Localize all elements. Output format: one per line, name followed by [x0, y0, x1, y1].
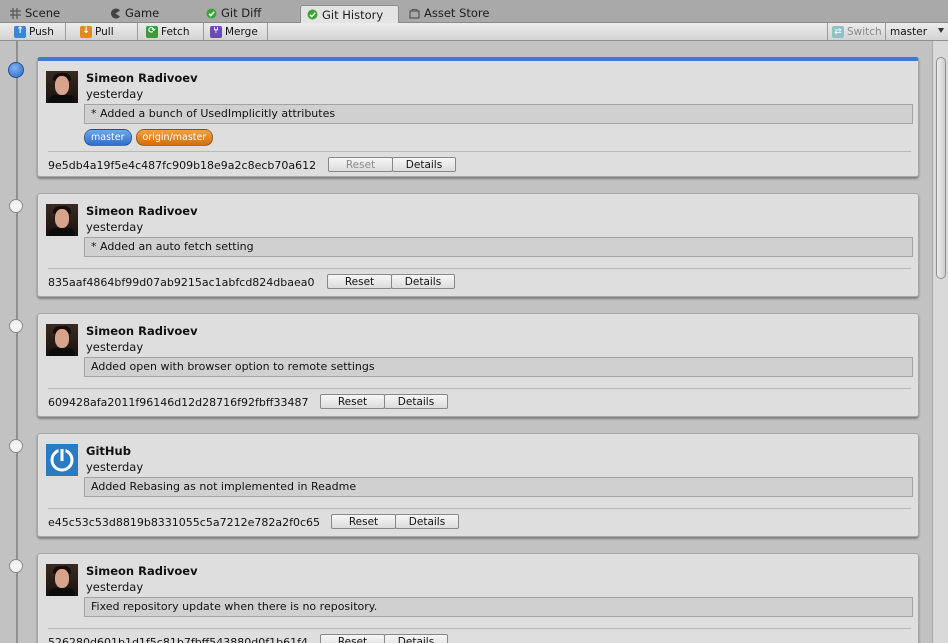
check-icon — [307, 9, 318, 20]
branch-dropdown[interactable]: master — [885, 23, 948, 40]
commit-author: Simeon Radivoev — [86, 564, 198, 578]
tab-label: Git Diff — [221, 6, 262, 20]
scrollbar-thumb[interactable] — [936, 57, 946, 279]
tab-scene[interactable]: Scene — [4, 4, 66, 22]
switch-icon: ⇄ — [832, 25, 844, 38]
branch-badge-origin-master: origin/master — [135, 129, 214, 146]
push-icon: ↑ — [14, 25, 26, 38]
fetch-button[interactable]: ⟳ Fetch — [140, 23, 204, 40]
details-button[interactable]: Details — [384, 394, 448, 409]
grid-icon — [10, 7, 21, 19]
commit-history-list: Simeon Radivoev yesterday * Added a bunc… — [0, 41, 932, 643]
vertical-scrollbar[interactable] — [932, 41, 948, 643]
branch-tags: master origin/master — [84, 129, 214, 146]
timeline-node[interactable] — [9, 559, 23, 573]
commit-hash: 609428afa2011f96146d12d28716f92fbff33487 — [48, 396, 309, 409]
pull-icon: ↓ — [80, 25, 92, 38]
store-icon — [409, 8, 420, 19]
tab-git-diff[interactable]: Git Diff — [200, 4, 267, 22]
divider — [48, 151, 911, 152]
tab-label: Asset Store — [424, 6, 490, 20]
commit-message: * Added a bunch of UsedImplicitly attrib… — [84, 104, 913, 124]
commit-message: Added Rebasing as not implemented in Rea… — [84, 477, 913, 497]
reset-button[interactable]: Reset — [327, 274, 392, 289]
commit-date: yesterday — [86, 460, 144, 474]
tab-label: Scene — [25, 6, 61, 20]
commit-message: Fixed repository update when there is no… — [84, 597, 913, 617]
timeline-line — [16, 41, 18, 643]
reset-button[interactable]: Reset — [328, 157, 393, 172]
git-toolbar: ↑ Push ↓ Pull ⟳ Fetch ⑂ Merge ⇄ Switch m… — [0, 23, 948, 41]
pacman-icon — [110, 8, 121, 19]
timeline-node-current[interactable] — [8, 62, 24, 78]
commit-date: yesterday — [86, 220, 144, 234]
reset-button[interactable]: Reset — [320, 394, 385, 409]
commit-card: Simeon Radivoev yesterday Fixed reposito… — [37, 553, 919, 643]
avatar — [46, 564, 78, 596]
avatar — [46, 204, 78, 236]
tab-asset-store[interactable]: Asset Store — [403, 4, 496, 22]
reset-button[interactable]: Reset — [331, 514, 396, 529]
divider — [48, 628, 911, 629]
avatar — [46, 71, 78, 103]
merge-icon: ⑂ — [210, 25, 222, 38]
commit-author: Simeon Radivoev — [86, 324, 198, 338]
divider — [48, 508, 911, 509]
commit-hash: 9e5db4a19f5e4c487fc909b18e9a2c8ecb70a612 — [48, 159, 317, 172]
commit-card: Simeon Radivoev yesterday Added open wit… — [37, 313, 919, 417]
pull-button[interactable]: ↓ Pull — [74, 23, 138, 40]
tab-git-history[interactable]: Git History — [300, 5, 399, 23]
commit-author: Simeon Radivoev — [86, 204, 198, 218]
commit-card: GitHub yesterday Added Rebasing as not i… — [37, 433, 919, 537]
details-button[interactable]: Details — [384, 634, 448, 643]
commit-card: Simeon Radivoev yesterday * Added an aut… — [37, 193, 919, 297]
divider — [48, 388, 911, 389]
commit-message: * Added an auto fetch setting — [84, 237, 913, 257]
divider — [48, 268, 911, 269]
fetch-icon: ⟳ — [146, 25, 158, 38]
reset-button[interactable]: Reset — [320, 634, 385, 643]
commit-author: Simeon Radivoev — [86, 71, 198, 85]
tab-game[interactable]: Game — [104, 4, 165, 22]
commit-hash: 835aaf4864bf99d07ab9215ac1abfcd824dbaea0 — [48, 276, 315, 289]
switch-button[interactable]: ⇄ Switch — [827, 23, 885, 40]
details-button[interactable]: Details — [395, 514, 459, 529]
editor-tab-bar: Scene Game Git Diff Git History Asset St… — [0, 0, 948, 23]
check-icon — [206, 8, 217, 19]
commit-date: yesterday — [86, 340, 144, 354]
commit-date: yesterday — [86, 580, 144, 594]
tab-label: Game — [125, 6, 160, 20]
commit-date: yesterday — [86, 87, 144, 101]
merge-button[interactable]: ⑂ Merge — [204, 23, 268, 40]
timeline-node[interactable] — [9, 319, 23, 333]
branch-badge-master: master — [84, 129, 132, 146]
commit-card: Simeon Radivoev yesterday * Added a bunc… — [37, 57, 919, 177]
timeline-node[interactable] — [9, 199, 23, 213]
tab-label: Git History — [322, 7, 384, 22]
details-button[interactable]: Details — [392, 157, 456, 172]
commit-author: GitHub — [86, 444, 131, 458]
github-icon — [46, 444, 78, 476]
commit-message: Added open with browser option to remote… — [84, 357, 913, 377]
chevron-down-icon — [938, 28, 944, 33]
avatar — [46, 324, 78, 356]
commit-hash: e45c53c53d8819b8331055c5a7212e782a2f0c65 — [48, 516, 321, 529]
details-button[interactable]: Details — [391, 274, 455, 289]
push-button[interactable]: ↑ Push — [8, 23, 66, 40]
commit-hash: 526280d601b1d1f5c81b7fbff543880d0f1b61f4 — [48, 636, 308, 643]
timeline-node[interactable] — [9, 439, 23, 453]
